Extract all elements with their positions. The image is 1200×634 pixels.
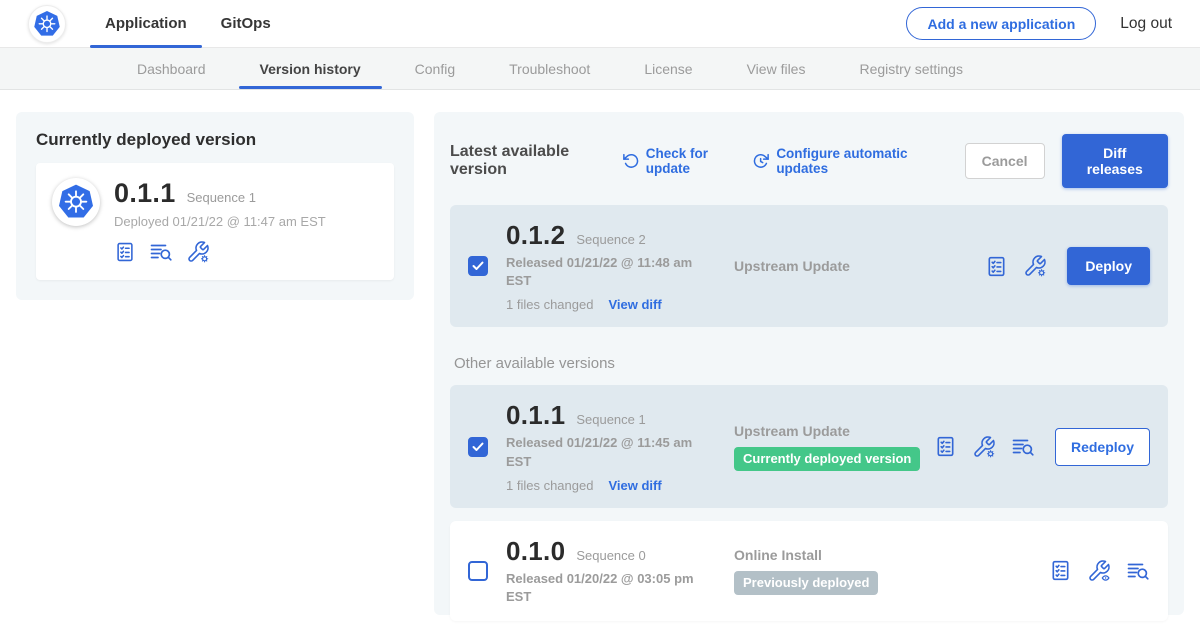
version-card-0-1-2: 0.1.2 Sequence 2 Released 01/21/22 @ 11:… [450, 205, 1168, 327]
latest-available-title: Latest available version [450, 143, 603, 179]
sequence-label: Sequence 1 [576, 412, 645, 427]
deploy-logs-icon[interactable] [149, 240, 173, 264]
tab-gitops[interactable]: GitOps [204, 0, 288, 47]
logout-link[interactable]: Log out [1120, 15, 1172, 33]
preflight-checks-icon[interactable] [1049, 559, 1072, 582]
header-actions: Add a new application Log out [906, 7, 1172, 40]
subnav-troubleshoot-label: Troubleshoot [509, 61, 590, 77]
app-subnav: Dashboard Version history Config Trouble… [0, 48, 1200, 90]
sequence-label: Sequence 2 [576, 232, 645, 247]
subnav-license[interactable]: License [617, 48, 719, 89]
released-timestamp: Released 01/21/22 @ 11:45 am EST [506, 434, 698, 470]
deploy-button[interactable]: Deploy [1067, 247, 1150, 285]
view-diff-link[interactable]: View diff [608, 478, 661, 493]
app-level-tabs: Application GitOps [88, 0, 288, 47]
subnav-config[interactable]: Config [388, 48, 482, 89]
subnav-registry-settings[interactable]: Registry settings [832, 48, 989, 89]
version-card-0-1-1: 0.1.1 Sequence 1 Released 01/21/22 @ 11:… [450, 385, 1168, 507]
subnav-license-label: License [644, 61, 692, 77]
subnav-config-label: Config [415, 61, 455, 77]
sequence-label: Sequence 0 [576, 548, 645, 563]
deployed-version-number: 0.1.1 [114, 178, 176, 209]
version-checkbox-0-1-0[interactable] [468, 561, 488, 581]
currently-deployed-badge: Currently deployed version [734, 447, 920, 471]
subnav-version-history[interactable]: Version history [233, 48, 388, 89]
tab-application[interactable]: Application [88, 0, 204, 47]
preflight-checks-icon[interactable] [934, 435, 957, 458]
view-diff-link[interactable]: View diff [608, 297, 661, 312]
version-checkbox-0-1-1[interactable] [468, 437, 488, 457]
check-for-update-label: Check for update [646, 146, 736, 176]
kubernetes-logo [28, 5, 66, 43]
subnav-view-files-label: View files [747, 61, 806, 77]
deployed-version-card: 0.1.1 Sequence 1 Deployed 01/21/22 @ 11:… [36, 163, 394, 280]
add-application-button[interactable]: Add a new application [906, 7, 1096, 40]
check-icon [472, 261, 484, 271]
subnav-registry-settings-label: Registry settings [859, 61, 962, 77]
subnav-version-history-label: Version history [260, 61, 361, 77]
config-icon[interactable] [972, 435, 996, 459]
version-number: 0.1.2 [506, 220, 565, 251]
preflight-checks-icon[interactable] [114, 241, 136, 263]
currently-deployed-title: Currently deployed version [36, 130, 394, 150]
other-versions-title: Other available versions [454, 355, 1168, 372]
subnav-view-files[interactable]: View files [720, 48, 833, 89]
refresh-icon [622, 152, 640, 170]
version-source: Online Install [734, 547, 1049, 563]
deployed-sequence-label: Sequence 1 [187, 190, 256, 205]
configure-auto-updates-label: Configure automatic updates [776, 146, 930, 176]
check-icon [472, 442, 484, 452]
released-timestamp: Released 01/20/22 @ 03:05 pm EST [506, 570, 698, 606]
tab-gitops-label: GitOps [221, 15, 271, 32]
deploy-logs-icon[interactable] [1011, 435, 1035, 459]
subnav-dashboard-label: Dashboard [137, 61, 206, 77]
kubernetes-helm-icon [32, 9, 62, 39]
latest-version-header: Latest available version Check for updat… [450, 128, 1168, 192]
preflight-checks-icon[interactable] [985, 255, 1008, 278]
version-card-0-1-0: 0.1.0 Sequence 0 Released 01/20/22 @ 03:… [450, 521, 1168, 621]
version-source: Upstream Update [734, 423, 934, 439]
tab-application-label: Application [105, 15, 187, 32]
auto-update-clock-icon [752, 152, 770, 170]
top-nav: Application GitOps Add a new application… [0, 0, 1200, 48]
redeploy-button[interactable]: Redeploy [1055, 428, 1150, 466]
version-number: 0.1.0 [506, 536, 565, 567]
configure-auto-updates-link[interactable]: Configure automatic updates [752, 146, 930, 176]
subnav-dashboard[interactable]: Dashboard [110, 48, 233, 89]
subnav-troubleshoot[interactable]: Troubleshoot [482, 48, 617, 89]
files-changed-label: 1 files changed [506, 297, 593, 312]
released-timestamp: Released 01/21/22 @ 11:48 am EST [506, 254, 698, 290]
currently-deployed-panel: Currently deployed version 0.1.1 Sequenc… [16, 112, 414, 300]
diff-releases-button[interactable]: Diff releases [1062, 134, 1168, 188]
cancel-button[interactable]: Cancel [965, 143, 1045, 179]
check-for-update-link[interactable]: Check for update [622, 146, 736, 176]
deploy-logs-icon[interactable] [1126, 559, 1150, 583]
version-source: Upstream Update [734, 258, 985, 274]
view-config-icon[interactable] [1087, 559, 1111, 583]
files-changed-label: 1 files changed [506, 478, 593, 493]
config-icon[interactable] [1023, 254, 1047, 278]
deployed-timestamp: Deployed 01/21/22 @ 11:47 am EST [114, 214, 326, 229]
version-history-panel: Latest available version Check for updat… [434, 112, 1184, 615]
version-number: 0.1.1 [506, 400, 565, 431]
config-icon[interactable] [186, 240, 210, 264]
version-checkbox-0-1-2[interactable] [468, 256, 488, 276]
previously-deployed-badge: Previously deployed [734, 571, 878, 595]
kubernetes-app-icon [52, 178, 100, 226]
